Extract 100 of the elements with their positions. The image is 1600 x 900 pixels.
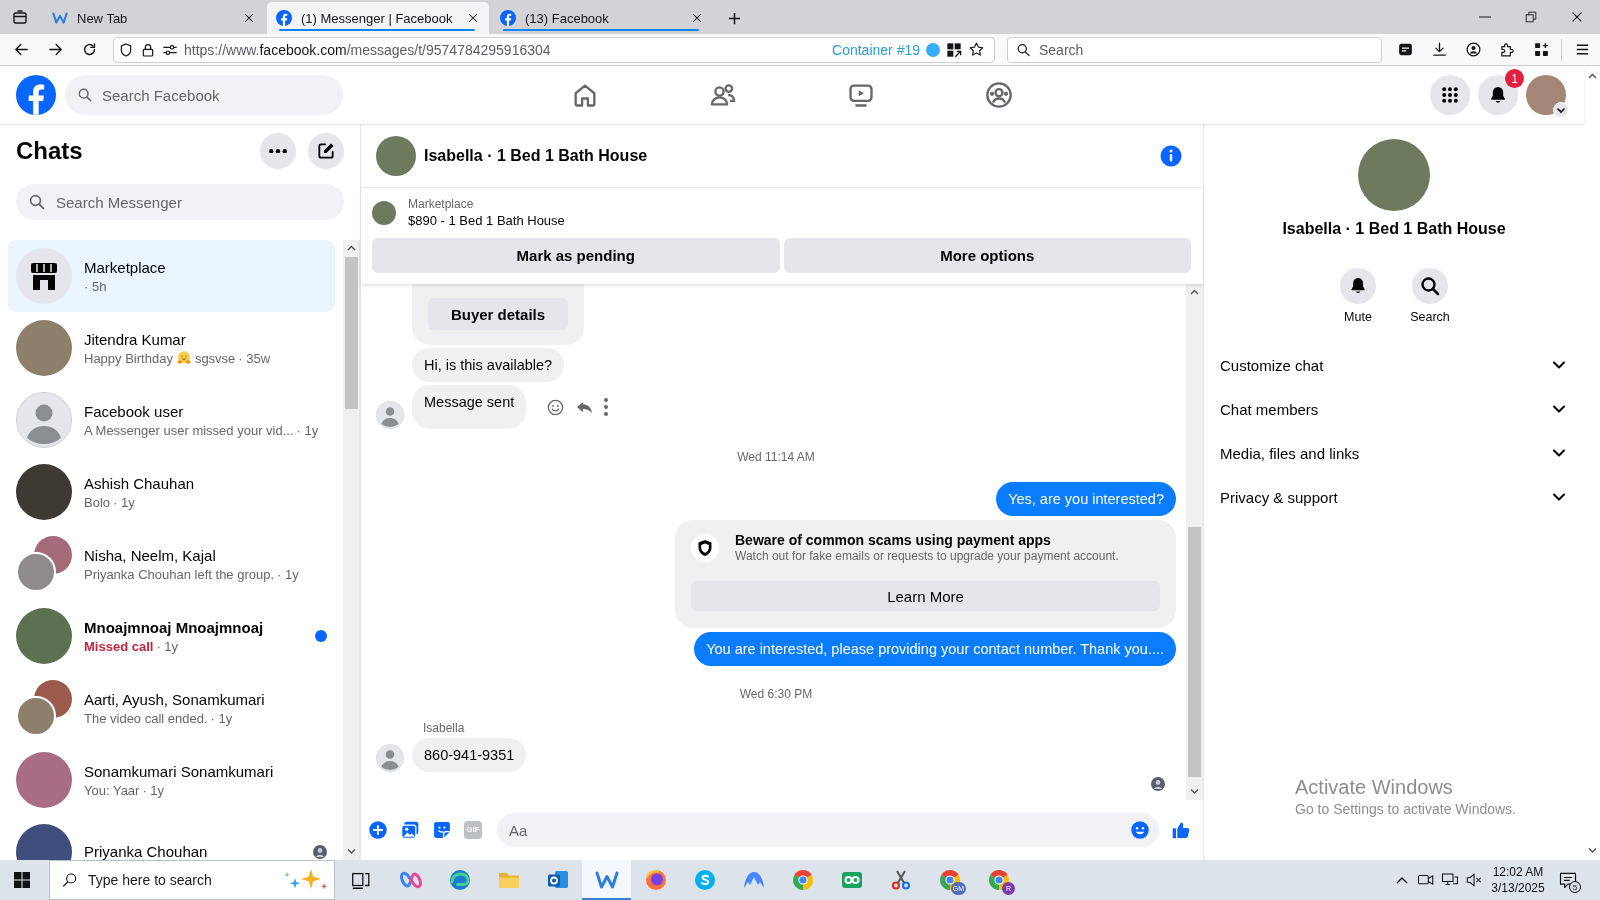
message-field[interactable]: Aa xyxy=(497,813,1159,847)
chat-item[interactable]: Marketplace · 5h xyxy=(8,240,335,312)
back-icon[interactable] xyxy=(12,41,30,58)
search-icon xyxy=(61,871,79,889)
plus-circle-icon[interactable] xyxy=(368,820,388,840)
message-preview: Priyanka Chouhan left the group. xyxy=(84,565,275,583)
sender-name: Isabella xyxy=(422,721,466,735)
search-icon xyxy=(77,87,93,103)
avatar-photo xyxy=(16,752,72,808)
search-icon xyxy=(1016,42,1031,57)
friends-icon[interactable] xyxy=(709,81,737,109)
notifications-button[interactable] xyxy=(1478,75,1518,115)
browser-tab[interactable]: (1) Messenger | Facebook xyxy=(267,2,489,34)
chat-item[interactable]: Facebook user A Messenger user missed your vid... · 1y xyxy=(8,384,335,456)
globe-icon xyxy=(643,868,668,892)
scrollbar[interactable] xyxy=(343,240,360,860)
chat-item[interactable]: Aarti, Ayush, Sonamkumari The video call ended. · 1y xyxy=(8,672,335,744)
sticker-icon[interactable] xyxy=(432,820,452,840)
chat-item[interactable]: Jitendra Kumar Happy Birthday sgsvse · 35w xyxy=(8,312,335,384)
chat-item[interactable]: Sonamkumari Sonamkumari You: Yaar · 1y xyxy=(8,744,335,816)
facebook-logo-icon[interactable] xyxy=(16,75,56,115)
scroll-up-icon[interactable] xyxy=(346,245,356,251)
chat-name: Nisha, Neelm, Kajal xyxy=(84,545,217,566)
chat-time: · 5h xyxy=(84,277,107,295)
address-bar[interactable]: https://www.facebook.com/messages/t/9574784295916304 Container #19 xyxy=(113,36,995,63)
chat-item[interactable]: Mnoajmnoaj Mnoajmnoaj Missed call · 1y xyxy=(8,600,335,672)
timestamp: Wed 11:14 AM xyxy=(736,449,816,465)
search-button[interactable]: Search xyxy=(1398,268,1462,324)
chat-item[interactable]: Nisha, Neelm, Kajal Priyanka Chouhan left the group. · 1y xyxy=(8,528,335,600)
message-preview: Missed call xyxy=(84,637,154,655)
muted-speaker-icon[interactable] xyxy=(1465,871,1483,889)
card-icon[interactable] xyxy=(1396,41,1414,58)
scroll-up-icon[interactable] xyxy=(1587,73,1597,79)
scroll-down-icon[interactable] xyxy=(1587,847,1597,853)
scroll-up-icon[interactable] xyxy=(1190,289,1199,295)
message-bubble: Hi, is this available? xyxy=(412,348,565,382)
section-row[interactable]: Privacy & support xyxy=(1204,475,1584,519)
notifications-icon[interactable] xyxy=(1558,870,1578,890)
groups-icon[interactable] xyxy=(985,81,1013,109)
download-icon[interactable] xyxy=(1430,41,1448,58)
taskbar-search-field[interactable]: Type here to search xyxy=(49,860,335,900)
close-tab-icon[interactable] xyxy=(467,12,479,24)
lock-icon[interactable] xyxy=(140,41,156,58)
chat-name: Priyanka Chouhan xyxy=(84,842,209,860)
emoji-icon[interactable] xyxy=(1130,820,1150,840)
menu-button[interactable] xyxy=(1430,75,1470,115)
close-icon[interactable] xyxy=(1570,10,1584,24)
learn-more-button[interactable]: Learn More xyxy=(691,581,1160,611)
wave-circle-icon xyxy=(447,868,472,892)
scroll-down-icon[interactable] xyxy=(346,848,356,854)
close-tab-icon[interactable] xyxy=(691,12,703,24)
browser-tab[interactable]: New Tab xyxy=(43,2,265,34)
message-bubble: You are interested, please providing your contact number. Thank you.... xyxy=(694,632,1176,666)
scroll-down-icon[interactable] xyxy=(1190,788,1199,794)
info-icon[interactable] xyxy=(1159,143,1183,168)
sidebar-icon[interactable] xyxy=(12,9,28,25)
listing-action-button[interactable]: Mark as pending xyxy=(372,238,780,273)
search-field[interactable]: Search Messenger xyxy=(16,184,344,220)
scrollbar[interactable] xyxy=(1186,284,1203,800)
close-tab-icon[interactable] xyxy=(243,12,255,24)
section-row[interactable]: Media, files and links xyxy=(1204,431,1584,475)
chevron-up-icon[interactable] xyxy=(1396,876,1408,884)
avatar-photo xyxy=(16,464,72,520)
plus-icon[interactable] xyxy=(726,10,742,26)
more-icon[interactable] xyxy=(604,398,609,416)
listing-action-button[interactable]: More options xyxy=(783,238,1191,273)
details-button[interactable]: Buyer details xyxy=(428,298,568,330)
bookmark-star-icon[interactable] xyxy=(968,41,985,58)
section-row[interactable]: Customize chat xyxy=(1204,343,1584,387)
section-row[interactable]: Chat members xyxy=(1204,387,1584,431)
forward-icon[interactable] xyxy=(46,41,64,58)
image-icon[interactable] xyxy=(400,820,420,840)
shield-icon[interactable] xyxy=(118,41,134,58)
account-icon[interactable] xyxy=(1464,41,1482,58)
taskbar-button[interactable] xyxy=(582,860,631,900)
chevron-down-icon[interactable] xyxy=(1553,102,1569,118)
browser-tab[interactable]: (13) Facebook xyxy=(491,2,713,34)
search-field[interactable]: Search Facebook xyxy=(65,75,343,115)
scrollbar-thumb[interactable] xyxy=(1188,527,1201,777)
clock-time: 12:02 AM xyxy=(1492,864,1544,880)
thumbs-up-icon[interactable] xyxy=(1171,820,1191,840)
chat-item[interactable]: Ashish Chauhan Bolo · 1y xyxy=(8,456,335,528)
grid-plus-icon[interactable] xyxy=(1532,41,1550,58)
new-message-button[interactable] xyxy=(308,133,344,169)
smiley-icon[interactable] xyxy=(546,397,566,417)
restore-icon[interactable] xyxy=(1524,10,1538,24)
search-field[interactable]: Search xyxy=(1007,36,1382,63)
chat-name: Facebook user xyxy=(84,401,185,422)
message-bubble: Yes, are you interested? xyxy=(996,482,1176,516)
message-preview: The video call ended. xyxy=(84,709,208,727)
store-icon xyxy=(16,248,72,304)
options-button[interactable] xyxy=(260,133,296,169)
notification-badge: 5 xyxy=(1569,881,1581,893)
chat-title: Isabella · 1 Bed 1 Bath House xyxy=(424,146,649,165)
extensions-icon[interactable] xyxy=(1498,41,1516,58)
apps-grid-icon[interactable] xyxy=(946,41,962,58)
scrollbar-thumb[interactable] xyxy=(344,257,358,409)
windows-logo-icon[interactable] xyxy=(14,872,30,888)
notification-badge: 1 xyxy=(1505,69,1524,88)
mute-button[interactable]: Mute xyxy=(1326,268,1390,324)
